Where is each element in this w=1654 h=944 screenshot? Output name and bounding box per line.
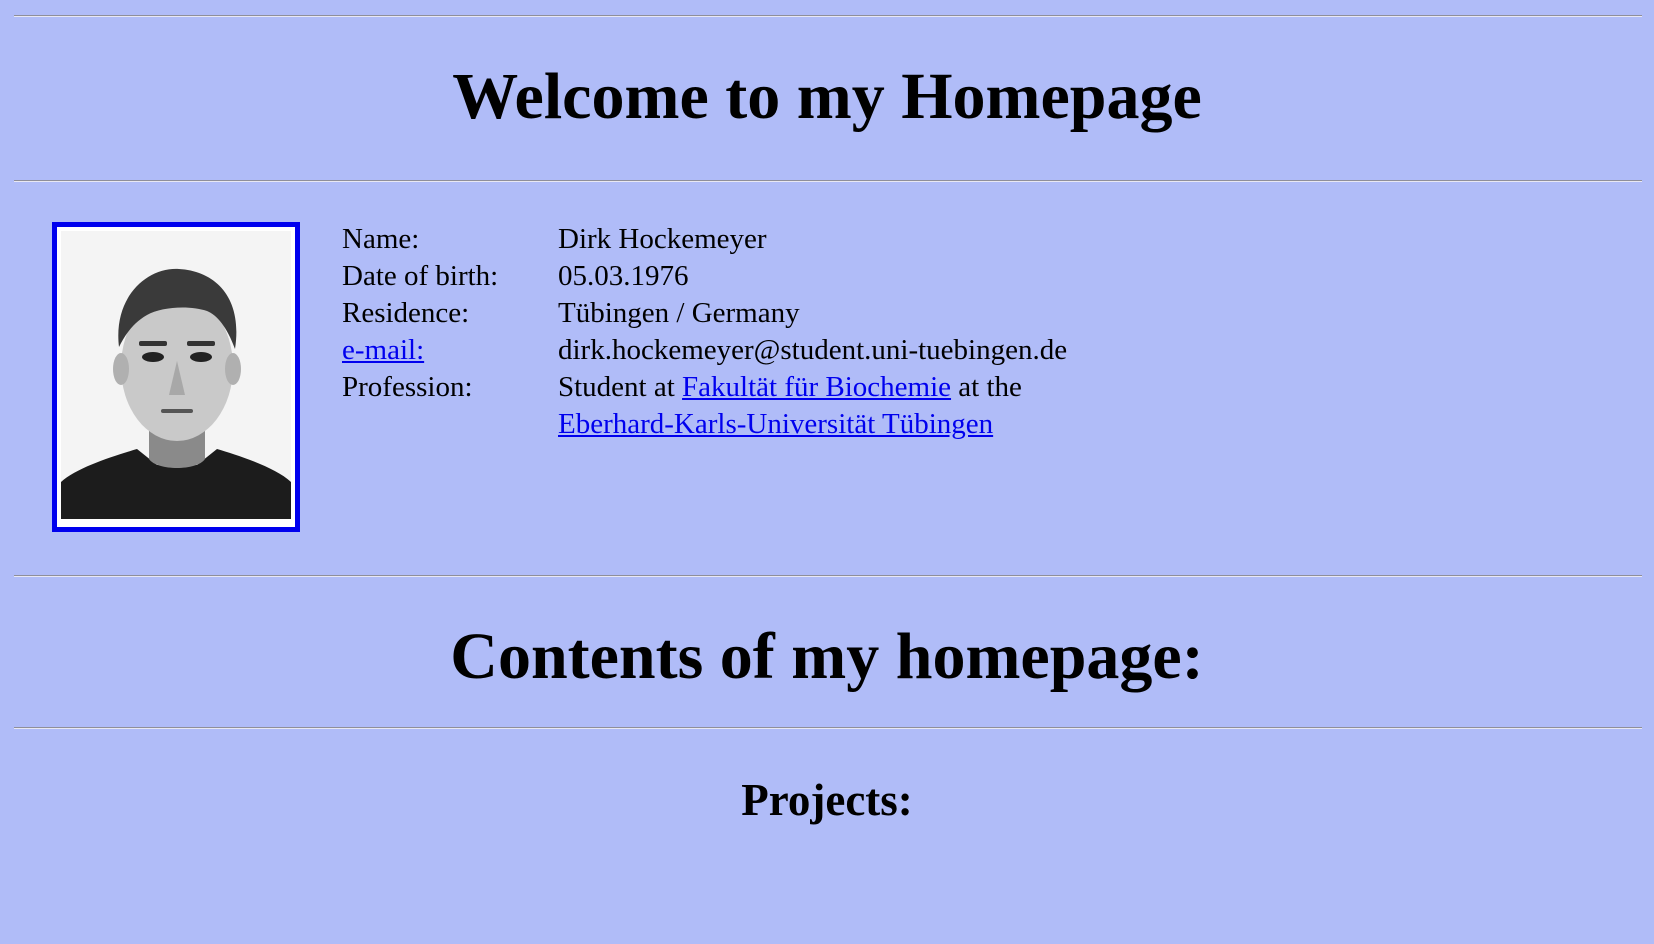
profession-row: Profession: Student at Fakultät für Bioc… bbox=[342, 369, 1067, 406]
email-row: e-mail: dirk.hockemeyer@student.uni-tueb… bbox=[342, 332, 1067, 369]
residence-row: Residence: Tübingen / Germany bbox=[342, 295, 1067, 332]
email-value: dirk.hockemeyer@student.uni-tuebingen.de bbox=[558, 334, 1068, 366]
dob-value: 05.03.1976 bbox=[558, 260, 689, 292]
residence-label: Residence: bbox=[342, 297, 470, 329]
horizontal-rule bbox=[14, 15, 1642, 17]
faculty-link[interactable]: Fakultät für Biochemie bbox=[682, 371, 951, 403]
homepage: Welcome to my Homepage Name: Dirk Hockem… bbox=[0, 0, 1654, 944]
page-title: Welcome to my Homepage bbox=[452, 60, 1202, 133]
name-row: Name: Dirk Hockemeyer bbox=[342, 221, 1067, 258]
profile-photo[interactable] bbox=[52, 222, 300, 532]
portrait-image bbox=[57, 227, 295, 527]
projects-heading: Projects: bbox=[741, 775, 913, 825]
horizontal-rule bbox=[14, 575, 1642, 577]
contents-title: Contents of my homepage: bbox=[450, 620, 1204, 693]
horizontal-rule bbox=[14, 180, 1642, 182]
profession-value: Student at Fakultät für Biochemie at the bbox=[558, 369, 1022, 406]
profile-info: Name: Dirk Hockemeyer Date of birth: 05.… bbox=[342, 221, 1067, 443]
dob-row: Date of birth: 05.03.1976 bbox=[342, 258, 1067, 295]
name-value: Dirk Hockemeyer bbox=[558, 223, 767, 255]
horizontal-rule bbox=[14, 727, 1642, 729]
profession-middle: at the bbox=[951, 371, 1022, 403]
residence-value: Tübingen / Germany bbox=[558, 297, 800, 329]
profession-prefix: Student at bbox=[558, 371, 683, 403]
dob-label: Date of birth: bbox=[342, 260, 499, 292]
email-link[interactable]: e-mail: bbox=[342, 334, 424, 366]
university-row: Eberhard-Karls-Universität Tübingen bbox=[342, 406, 1067, 443]
profession-label: Profession: bbox=[342, 371, 473, 403]
university-link[interactable]: Eberhard-Karls-Universität Tübingen bbox=[558, 408, 993, 440]
name-label: Name: bbox=[342, 223, 420, 255]
